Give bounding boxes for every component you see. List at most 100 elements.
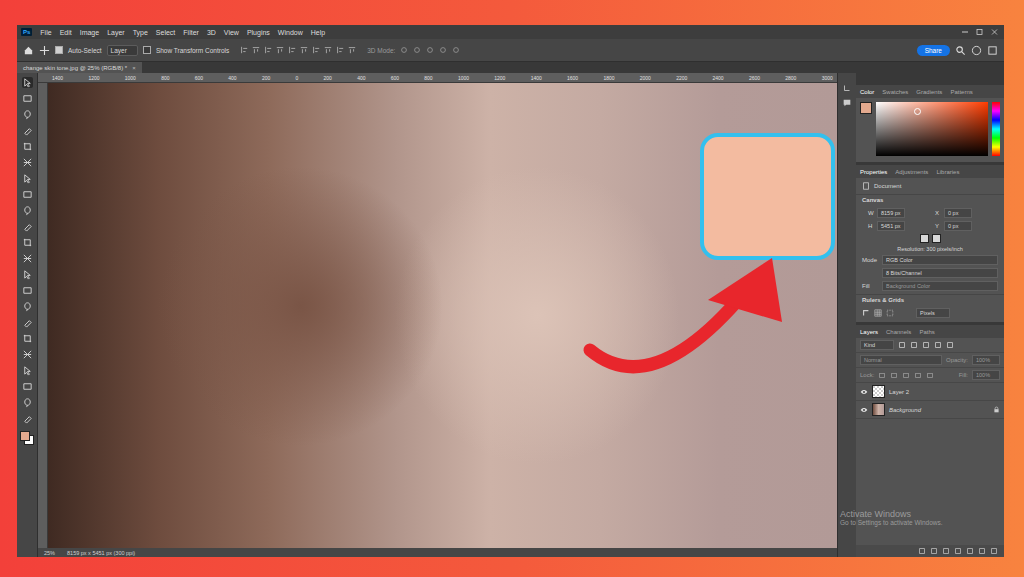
layer-action-icon[interactable] [990, 547, 998, 555]
tool-icon[interactable] [22, 349, 33, 360]
lock-option-icon[interactable] [890, 371, 898, 379]
tool-icon[interactable] [22, 333, 33, 344]
tool-icon[interactable] [22, 237, 33, 248]
ruler-icon[interactable] [862, 309, 870, 317]
field-input[interactable]: 0 px [944, 221, 972, 231]
align-icon[interactable] [324, 46, 332, 54]
3d-tool-icon[interactable] [413, 46, 421, 54]
history-icon[interactable] [842, 83, 852, 93]
menu-item[interactable]: 3D [207, 29, 216, 36]
layer-name[interactable]: Background [889, 407, 921, 413]
align-icon[interactable] [240, 46, 248, 54]
tool-icon[interactable] [22, 173, 33, 184]
filter-icon[interactable] [910, 341, 918, 349]
close-tab-button[interactable]: × [132, 65, 136, 71]
field-input[interactable]: 8159 px [877, 208, 905, 218]
panel-tab[interactable]: Paths [919, 329, 934, 335]
tool-icon[interactable] [22, 285, 33, 296]
tool-icon[interactable] [22, 301, 33, 312]
document-tab[interactable]: change skin tone.jpg @ 25% (RGB/8) * × [17, 62, 142, 73]
field-input[interactable]: 5451 px [877, 221, 905, 231]
tool-icon[interactable] [22, 413, 33, 424]
lock-icon[interactable] [993, 406, 1000, 413]
align-icon[interactable] [336, 46, 344, 54]
unit-select[interactable]: Pixels [916, 308, 950, 318]
filter-icon[interactable] [934, 341, 942, 349]
field-input[interactable]: 0 px [944, 208, 972, 218]
tool-icon[interactable] [22, 365, 33, 376]
grid-icon[interactable] [874, 309, 882, 317]
3d-tool-icon[interactable] [439, 46, 447, 54]
tool-icon[interactable] [22, 269, 33, 280]
tool-icon[interactable] [22, 381, 33, 392]
eye-icon[interactable] [860, 407, 868, 413]
align-icon[interactable] [312, 46, 320, 54]
landscape-button[interactable] [932, 234, 941, 243]
tool-icon[interactable] [22, 157, 33, 168]
3d-tool-icon[interactable] [452, 46, 460, 54]
layer-action-icon[interactable] [954, 547, 962, 555]
guides-icon[interactable] [886, 309, 894, 317]
layer-action-icon[interactable] [966, 547, 974, 555]
color-chips[interactable] [20, 431, 34, 445]
panel-tab[interactable]: Adjustments [895, 169, 928, 175]
panel-tab[interactable]: Layers [860, 329, 878, 335]
tool-icon[interactable] [22, 125, 33, 136]
lock-option-icon[interactable] [902, 371, 910, 379]
menu-item[interactable]: File [40, 29, 51, 36]
hue-slider[interactable] [992, 102, 1000, 156]
filter-select[interactable]: Kind [860, 340, 894, 350]
3d-tool-icon[interactable] [426, 46, 434, 54]
menu-item[interactable]: Window [278, 29, 303, 36]
share-button[interactable]: Share [917, 45, 950, 56]
auto-select-checkbox[interactable] [55, 46, 63, 54]
picker-marker[interactable] [914, 108, 921, 115]
tool-icon[interactable] [22, 205, 33, 216]
tool-icon[interactable] [22, 141, 33, 152]
lock-option-icon[interactable] [926, 371, 934, 379]
saturation-field[interactable] [876, 102, 988, 156]
layer-row[interactable]: Background [856, 401, 1004, 419]
align-icon[interactable] [288, 46, 296, 54]
layer-row[interactable]: Layer 2 [856, 383, 1004, 401]
window-controls-icon[interactable] [960, 28, 1000, 36]
opacity-input[interactable]: 100% [972, 355, 1000, 365]
panel-tab[interactable]: Patterns [950, 89, 972, 95]
rulers-section-title[interactable]: Rulers & Grids [856, 294, 1004, 305]
canvas-section-title[interactable]: Canvas [856, 194, 1004, 205]
panel-tab[interactable]: Libraries [936, 169, 959, 175]
panel-tab[interactable]: Swatches [882, 89, 908, 95]
align-icon[interactable] [276, 46, 284, 54]
panel-tab[interactable]: Properties [860, 169, 887, 175]
layer-action-icon[interactable] [918, 547, 926, 555]
lock-option-icon[interactable] [878, 371, 886, 379]
tool-icon[interactable] [22, 77, 33, 88]
filter-icon[interactable] [946, 341, 954, 349]
align-icon[interactable] [348, 46, 356, 54]
layer-action-icon[interactable] [930, 547, 938, 555]
menu-item[interactable]: Select [156, 29, 175, 36]
tool-icon[interactable] [22, 189, 33, 200]
lock-option-icon[interactable] [914, 371, 922, 379]
menu-item[interactable]: View [224, 29, 239, 36]
align-icon[interactable] [264, 46, 272, 54]
help-icon[interactable] [971, 45, 982, 56]
blend-select[interactable]: Normal [860, 355, 942, 365]
menu-item[interactable]: Image [80, 29, 99, 36]
mode-select[interactable]: RGB Color [882, 255, 998, 265]
menu-item[interactable]: Filter [183, 29, 199, 36]
3d-tool-icon[interactable] [400, 46, 408, 54]
fill-input[interactable]: 100% [972, 370, 1000, 380]
target-dropdown[interactable]: Layer [107, 45, 138, 56]
menu-item[interactable]: Type [133, 29, 148, 36]
fill-select[interactable]: Background Color [882, 281, 998, 291]
search-icon[interactable] [955, 45, 966, 56]
menu-item[interactable]: Plugins [247, 29, 270, 36]
tool-icon[interactable] [22, 109, 33, 120]
foreground-color-chip[interactable] [20, 431, 30, 441]
tool-icon[interactable] [22, 317, 33, 328]
layer-action-icon[interactable] [942, 547, 950, 555]
zoom-level[interactable]: 25% [44, 550, 55, 556]
picker-foreground-swatch[interactable] [860, 102, 872, 114]
menu-item[interactable]: Edit [60, 29, 72, 36]
